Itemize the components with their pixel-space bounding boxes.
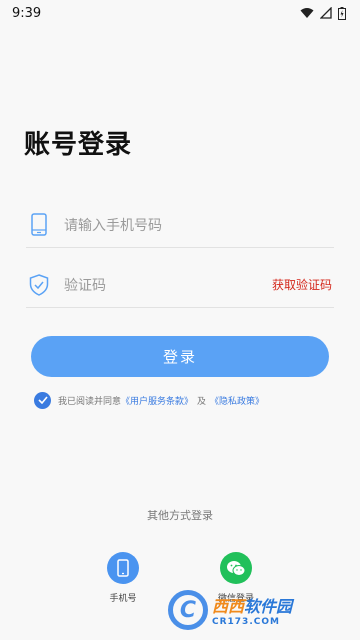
phone-login-option[interactable]: 手机号 <box>93 552 153 604</box>
status-icons <box>300 6 346 20</box>
code-input[interactable]: 验证码 <box>64 275 272 295</box>
phone-login-label: 手机号 <box>109 594 137 604</box>
phone-field[interactable]: 请输入手机号码 <box>26 202 334 248</box>
privacy-policy-link[interactable]: 《隐私政策》 <box>210 394 264 407</box>
watermark-brand: 西西软件园 <box>212 593 292 617</box>
watermark-text: 西西软件园 CR173.COM <box>212 593 292 627</box>
agreement-row: 我已阅读并同意 《用户服务条款》 及 《隐私政策》 <box>34 390 264 410</box>
shield-icon <box>28 273 50 297</box>
phone-login-button[interactable] <box>107 552 139 584</box>
watermark-brand-b: 软件园 <box>244 597 293 616</box>
phone-icon <box>28 213 50 237</box>
agreement-prefix: 我已阅读并同意 <box>58 396 122 407</box>
watermark-logo: C 西西软件园 CR173.COM <box>168 588 340 632</box>
phone-icon <box>117 559 129 577</box>
signal-icon <box>320 7 332 19</box>
wechat-icon <box>227 560 246 576</box>
check-icon <box>37 396 48 404</box>
status-time: 9:39 <box>12 5 42 21</box>
phone-input[interactable]: 请输入手机号码 <box>64 215 334 235</box>
status-bar: 9:39 <box>0 0 360 26</box>
agree-checkbox[interactable] <box>34 391 51 409</box>
watermark-brand-a: 西西 <box>212 597 245 616</box>
code-field[interactable]: 验证码 获取验证码 <box>26 262 334 308</box>
watermark-c-icon: C <box>168 590 208 630</box>
wechat-login-button[interactable] <box>220 552 252 584</box>
get-code-button[interactable]: 获取验证码 <box>272 276 332 293</box>
login-button[interactable]: 登录 <box>31 336 329 377</box>
wifi-icon <box>300 8 314 18</box>
watermark-domain: CR173.COM <box>212 617 280 627</box>
agreement-conjunction: 及 <box>197 396 207 407</box>
battery-icon <box>338 6 346 20</box>
page-title: 账号登录 <box>24 130 133 160</box>
other-login-title: 其他方式登录 <box>147 509 213 522</box>
user-agreement-link[interactable]: 《用户服务条款》 <box>121 394 193 407</box>
